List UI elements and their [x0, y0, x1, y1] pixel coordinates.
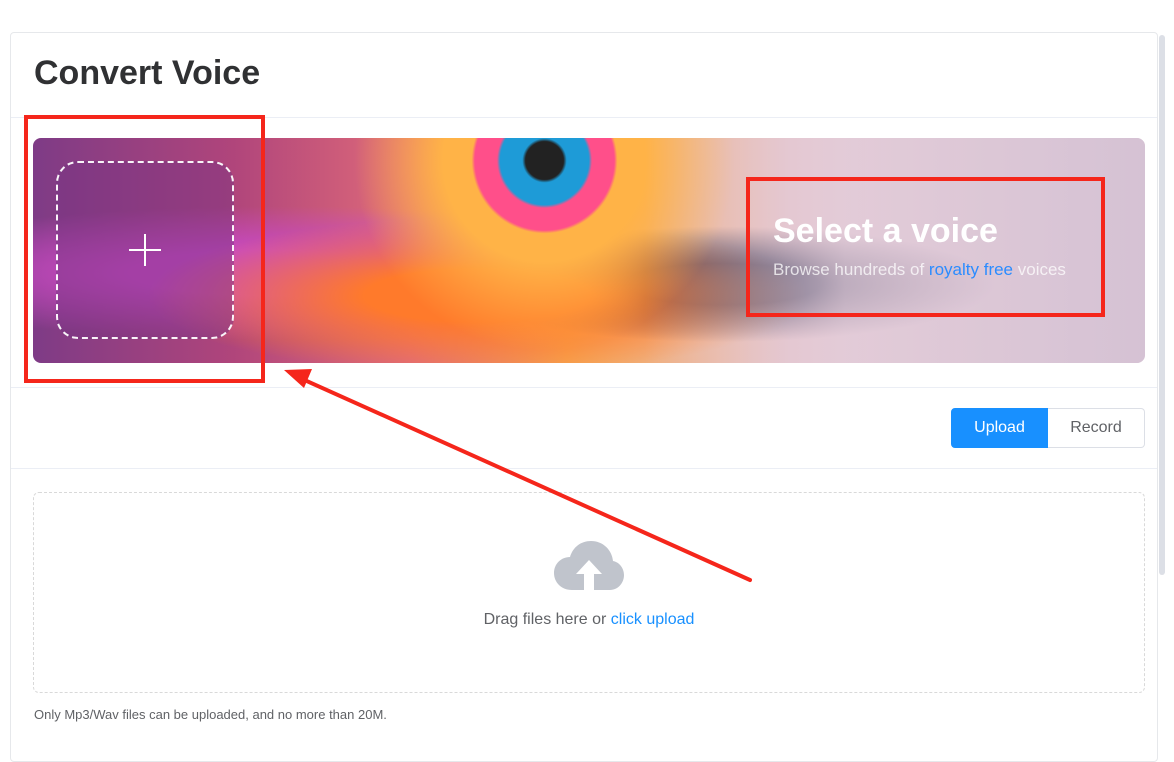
- annotation-box-add: [24, 115, 265, 383]
- page-title: Convert Voice: [34, 54, 261, 92]
- divider-middle: [11, 468, 1157, 469]
- upload-tab-button[interactable]: Upload: [951, 408, 1048, 448]
- divider-top: [11, 387, 1157, 388]
- mode-switch: Upload Record: [951, 408, 1145, 448]
- drop-text-prefix: Drag files here or: [483, 611, 611, 628]
- annotation-box-voice: [746, 177, 1105, 317]
- dropzone-text: Drag files here or click upload: [34, 611, 1144, 629]
- card-header: Convert Voice: [11, 33, 1157, 118]
- upload-tip: Only Mp3/Wav files can be uploaded, and …: [34, 707, 387, 722]
- upload-dropzone[interactable]: Drag files here or click upload: [33, 492, 1145, 693]
- cloud-upload-icon: [554, 541, 624, 590]
- scrollbar[interactable]: [1159, 35, 1165, 575]
- click-upload-link[interactable]: click upload: [611, 611, 695, 628]
- record-tab-button[interactable]: Record: [1048, 408, 1145, 448]
